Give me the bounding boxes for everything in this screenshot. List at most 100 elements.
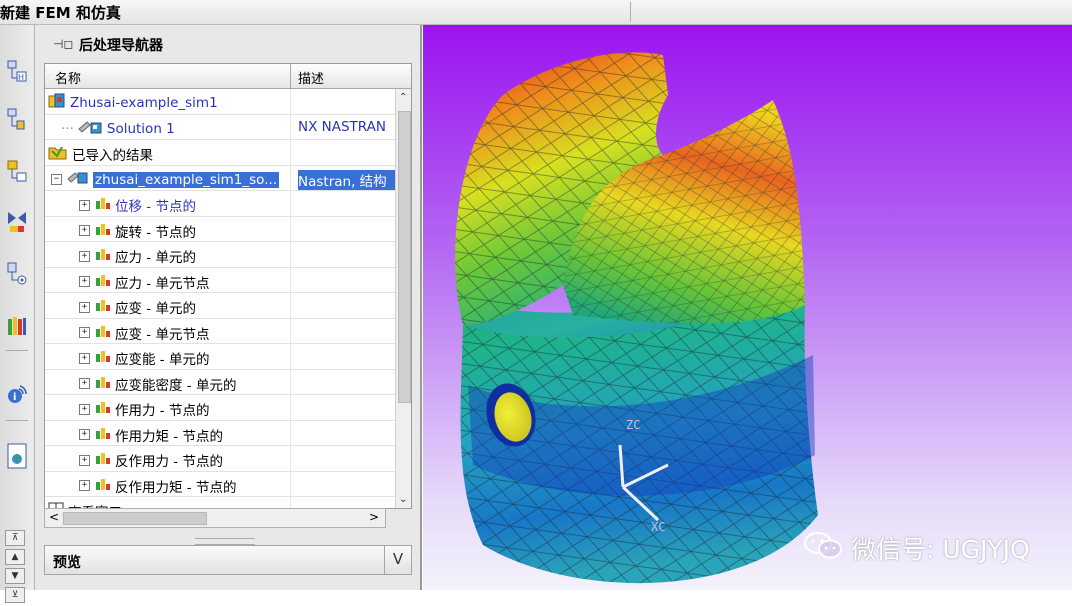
tree-row-result-set[interactable]: + 旋转 - 节点的 bbox=[45, 216, 395, 242]
result-set-icon bbox=[95, 477, 111, 495]
tree-row-sim-file[interactable]: Zhusai-example_sim1 bbox=[45, 89, 395, 115]
tree-row-result-set[interactable]: + 应变能 - 单元的 bbox=[45, 344, 395, 370]
navigator-tree-table: 名称 描述 Zhusai-example_sim1 ··· Solution 1 bbox=[44, 63, 412, 509]
tree-row-label: 已导入的结果 bbox=[72, 148, 153, 164]
preview-expand-button[interactable]: V bbox=[384, 546, 411, 574]
table-header: 名称 描述 bbox=[45, 64, 411, 89]
tree-row-result-set[interactable]: + 应变 - 单元的 bbox=[45, 293, 395, 319]
expand-toggle[interactable]: + bbox=[79, 225, 90, 236]
tree-row-description: Nastran, 结构 bbox=[298, 169, 395, 190]
information-icon[interactable]: i bbox=[3, 377, 31, 409]
column-divider[interactable] bbox=[290, 64, 291, 88]
expand-toggle[interactable]: + bbox=[79, 378, 90, 389]
tree-row-label: 作用力矩 - 节点的 bbox=[115, 428, 223, 445]
tree-row-result-set[interactable]: + 应变能密度 - 单元的 bbox=[45, 369, 395, 395]
result-set-icon bbox=[95, 196, 111, 214]
svg-text:H: H bbox=[18, 73, 24, 82]
preview-section[interactable]: 预览 V bbox=[44, 545, 412, 575]
tree-row-label: 位移 - 节点的 bbox=[115, 199, 196, 215]
tree-row-result-set[interactable]: + 作用力 - 节点的 bbox=[45, 395, 395, 421]
tree-connector: ··· bbox=[61, 120, 74, 137]
scroll-left-arrow-icon[interactable]: < bbox=[49, 510, 59, 524]
simulation-navigator-icon[interactable] bbox=[3, 205, 31, 237]
tree-row-result-file[interactable]: − zhusai_example_sim1_so... Nastran, 结构 bbox=[45, 165, 395, 191]
collapse-toggle[interactable]: − bbox=[51, 174, 62, 185]
column-header-description[interactable]: 描述 bbox=[298, 68, 324, 87]
part-navigator-icon[interactable]: H bbox=[3, 55, 31, 87]
navigator-header: ⊣◻ 后处理导航器 bbox=[35, 25, 420, 63]
expand-toggle[interactable]: + bbox=[79, 429, 90, 440]
expand-toggle[interactable]: + bbox=[79, 250, 90, 262]
imported-results-folder-icon bbox=[48, 144, 68, 164]
expand-toggle[interactable]: + bbox=[79, 301, 90, 313]
scroll-bottom-button[interactable]: ⊻ bbox=[5, 587, 25, 603]
result-set-icon bbox=[95, 375, 111, 393]
library-icon[interactable] bbox=[3, 310, 31, 342]
post-processing-navigator: ⊣◻ 后处理导航器 名称 描述 Zhusai-example_sim1 ··· bbox=[35, 25, 422, 590]
scroll-top-button[interactable]: ⊼ bbox=[5, 530, 25, 546]
watermark: 微信号: UGJYJQ bbox=[803, 530, 1030, 566]
z-axis-label: ZC bbox=[626, 418, 641, 432]
result-set-icon bbox=[95, 324, 111, 342]
svg-text:i: i bbox=[13, 392, 16, 403]
expand-toggle[interactable]: + bbox=[79, 403, 90, 415]
preview-label: 预览 bbox=[53, 555, 81, 571]
expand-toggle[interactable]: + bbox=[79, 327, 90, 338]
toolstrip-scroller: ⊼ ▲ ▼ ⊻ bbox=[5, 530, 27, 606]
vertical-scrollbar[interactable]: ⌃ ⌄ bbox=[395, 89, 411, 508]
tree-row-label: 反作用力 - 节点的 bbox=[115, 454, 223, 470]
scroll-up-button[interactable]: ▲ bbox=[5, 549, 25, 565]
window-title: 新建 FEM 和仿真 bbox=[0, 4, 121, 22]
tree-row-imported-results[interactable]: 已导入的结果 bbox=[45, 140, 395, 166]
result-set-icon bbox=[95, 451, 111, 469]
toolstrip-divider bbox=[6, 420, 28, 421]
result-set-icon bbox=[95, 273, 111, 291]
expand-toggle[interactable]: + bbox=[79, 454, 90, 466]
watermark-text: 微信号: UGJYJQ bbox=[851, 535, 1030, 564]
web-browser-icon[interactable] bbox=[3, 440, 31, 472]
assembly-navigator-icon[interactable] bbox=[3, 103, 31, 135]
result-set-icon bbox=[95, 400, 111, 418]
scroll-down-button[interactable]: ▼ bbox=[5, 568, 25, 584]
result-set-icon bbox=[95, 426, 111, 444]
post-processing-navigator-icon[interactable] bbox=[3, 257, 31, 289]
column-header-name[interactable]: 名称 bbox=[55, 68, 81, 87]
scroll-down-arrow-icon[interactable]: ⌄ bbox=[399, 494, 407, 505]
horizontal-scrollbar[interactable]: < > bbox=[44, 508, 386, 528]
scroll-right-arrow-icon[interactable]: > bbox=[369, 510, 379, 524]
sim-file-icon bbox=[48, 93, 66, 113]
tree-row-result-set[interactable]: + 应力 - 单元节点 bbox=[45, 267, 395, 293]
tree-row-label: zhusai_example_sim1_so... bbox=[93, 171, 280, 188]
tree-row-description: NX NASTRAN bbox=[298, 118, 386, 135]
title-divider bbox=[630, 2, 631, 22]
tree-row-label: Solution 1 bbox=[106, 120, 175, 137]
tree-row-result-set[interactable]: + 位移 - 节点的 bbox=[45, 191, 395, 217]
pin-icon[interactable]: ⊣◻ bbox=[53, 37, 73, 51]
graphics-viewport[interactable]: ZC XC 微信号: UGJYJQ bbox=[423, 25, 1072, 590]
expand-toggle[interactable]: + bbox=[79, 352, 90, 364]
tree-row-solution[interactable]: ··· Solution 1 NX NASTRAN bbox=[45, 114, 395, 140]
tree-row-result-set[interactable]: + 应力 - 单元的 bbox=[45, 242, 395, 268]
resource-bar: H i ⊼ ▲ ▼ ⊻ bbox=[0, 25, 35, 603]
tree-row-label: 应变 - 单元的 bbox=[115, 301, 196, 317]
expand-toggle[interactable]: + bbox=[79, 276, 90, 287]
tree-row-result-set[interactable]: + 反作用力矩 - 节点的 bbox=[45, 471, 395, 497]
result-set-icon bbox=[95, 298, 111, 316]
result-set-icon bbox=[95, 247, 111, 265]
expand-toggle[interactable]: + bbox=[79, 480, 90, 491]
tree-row-label: Zhusai-example_sim1 bbox=[70, 95, 218, 111]
tree-row-result-set[interactable]: + 反作用力 - 节点的 bbox=[45, 446, 395, 472]
toolstrip-divider bbox=[6, 350, 28, 351]
solution-icon bbox=[77, 119, 103, 139]
tree-row-result-set[interactable]: + 作用力矩 - 节点的 bbox=[45, 420, 395, 446]
scrollbar-thumb[interactable] bbox=[63, 512, 207, 525]
scrollbar-thumb[interactable] bbox=[398, 111, 411, 403]
scroll-up-arrow-icon[interactable]: ⌃ bbox=[399, 92, 407, 103]
panel-resize-grip[interactable] bbox=[195, 538, 255, 545]
constraint-navigator-icon[interactable] bbox=[3, 155, 31, 187]
expand-toggle[interactable]: + bbox=[79, 199, 90, 211]
tree-rows: Zhusai-example_sim1 ··· Solution 1 NX NA… bbox=[45, 89, 395, 508]
fem-result-model[interactable] bbox=[423, 25, 1072, 590]
tree-row-result-set[interactable]: + 应变 - 单元节点 bbox=[45, 318, 395, 344]
result-set-icon bbox=[95, 349, 111, 367]
